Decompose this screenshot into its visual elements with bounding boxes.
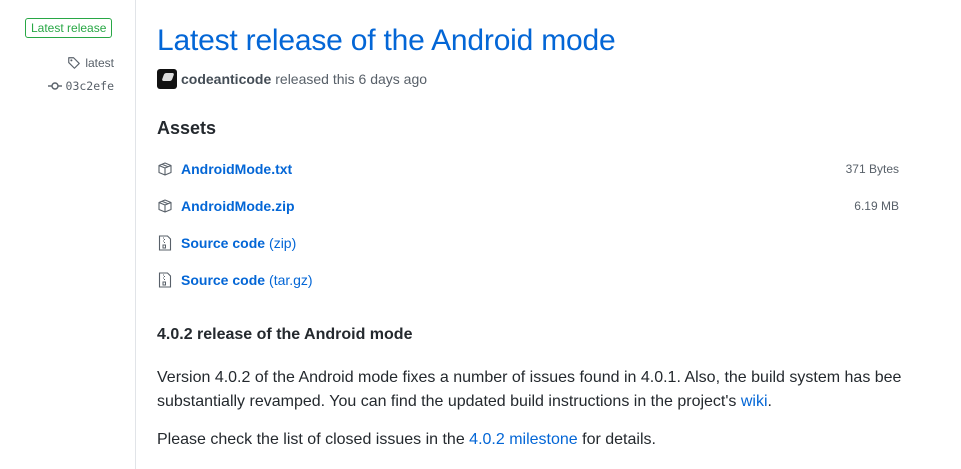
asset-row[interactable]: Source code (zip): [157, 235, 899, 251]
paragraph-text: Please check the list of closed issues i…: [157, 431, 465, 448]
latest-release-badge: Latest release: [25, 18, 113, 38]
release-notes-paragraph: Version 4.0.2 of the Android mode fixes …: [157, 366, 917, 414]
release-notes-heading: 4.0.2 release of the Android mode: [157, 326, 413, 343]
asset-size: 371 Bytes: [845, 162, 899, 176]
asset-format[interactable]: (tar.gz): [269, 272, 313, 288]
asset-row[interactable]: Source code (tar.gz): [157, 272, 899, 288]
asset-name[interactable]: Source code: [181, 272, 265, 288]
asset-format[interactable]: (zip): [269, 235, 296, 251]
package-icon: [157, 161, 173, 177]
release-tag[interactable]: latest: [67, 56, 114, 70]
release-sidebar: Latest release latest 03c2efe: [0, 0, 136, 469]
release-commit[interactable]: 03c2efe: [47, 79, 114, 93]
wiki-link[interactable]: wiki: [741, 393, 768, 410]
tag-label: latest: [85, 56, 114, 70]
git-commit-icon: [47, 81, 62, 91]
asset-row[interactable]: AndroidMode.zip 6.19 MB: [157, 198, 899, 214]
avatar[interactable]: [157, 69, 177, 89]
file-zip-icon: [157, 235, 173, 251]
author-link[interactable]: codeanticode: [181, 71, 271, 87]
release-notes-paragraph: Please check the list of closed issues i…: [157, 428, 917, 452]
paragraph-end: .: [767, 393, 772, 410]
asset-row[interactable]: AndroidMode.txt 371 Bytes: [157, 161, 899, 177]
asset-name[interactable]: AndroidMode.txt: [181, 161, 292, 177]
milestone-link[interactable]: 4.0.2 milestone: [469, 431, 578, 448]
package-icon: [157, 198, 173, 214]
tag-icon: [67, 56, 81, 70]
asset-size: 6.19 MB: [854, 199, 899, 213]
released-text: released this 6 days ago: [275, 71, 428, 87]
file-zip-icon: [157, 272, 173, 288]
assets-heading[interactable]: Assets: [157, 118, 216, 139]
commit-sha: 03c2efe: [65, 79, 114, 93]
paragraph-text: Version 4.0.2 of the Android mode fixes …: [157, 369, 902, 410]
release-byline: codeanticode released this 6 days ago: [157, 69, 427, 89]
asset-name[interactable]: Source code: [181, 235, 265, 251]
paragraph-end: for details.: [582, 431, 656, 448]
asset-name[interactable]: AndroidMode.zip: [181, 198, 295, 214]
release-title[interactable]: Latest release of the Android mode: [157, 24, 616, 58]
